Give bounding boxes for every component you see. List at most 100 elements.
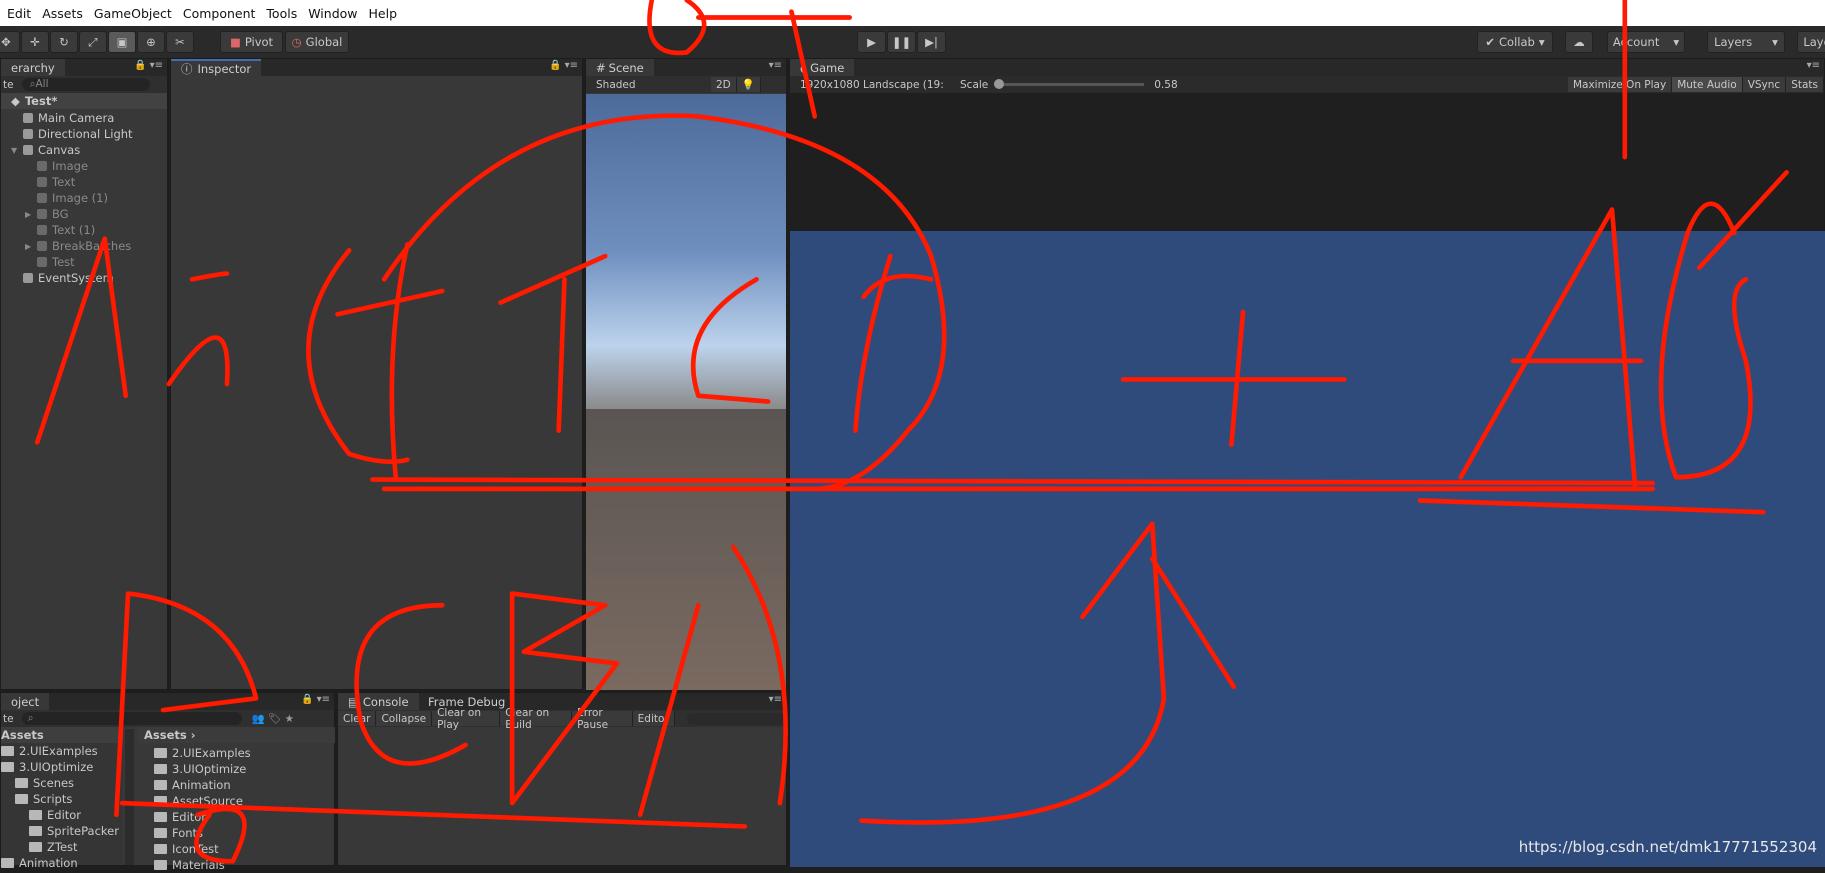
project-tree-item[interactable]: Scenes xyxy=(1,775,123,791)
project-tree-item[interactable]: 3.UIOptimize xyxy=(1,759,123,775)
menu-tools[interactable]: Tools xyxy=(266,6,297,21)
panel-menu-icon[interactable]: ▾≡ xyxy=(1807,60,1820,71)
resolution-dropdown[interactable]: 1920x1080 Landscape (19: xyxy=(800,79,960,91)
asset-item[interactable]: Fonts xyxy=(138,825,335,841)
scene-skybox[interactable] xyxy=(586,94,786,409)
hierarchy-item[interactable]: Image (1) xyxy=(1,190,167,206)
menu-assets[interactable]: Assets xyxy=(42,6,83,21)
tab-hierarchy[interactable]: erarchy xyxy=(1,59,65,76)
scale-tool-button[interactable]: ⤢ xyxy=(79,31,107,53)
menu-edit[interactable]: Edit xyxy=(7,6,31,21)
filter-icons[interactable]: 👥 🏷 ★ xyxy=(252,712,295,725)
pause-button[interactable]: ❚❚ xyxy=(887,31,916,53)
asset-item[interactable]: AssetSource xyxy=(138,793,335,809)
tab-project[interactable]: oject xyxy=(1,693,50,710)
scale-slider-thumb[interactable] xyxy=(994,79,1005,89)
hierarchy-item[interactable]: EventSystem xyxy=(1,270,167,286)
tab-game[interactable]: ◖ Game xyxy=(790,59,855,76)
folder-icon xyxy=(29,810,42,820)
assets-root[interactable]: Assets xyxy=(1,727,123,743)
pivot-button[interactable]: ■ Pivot xyxy=(220,31,283,53)
global-button[interactable]: ◷ Global xyxy=(285,31,349,53)
hierarchy-item[interactable]: Test xyxy=(1,254,167,270)
expand-arrow-icon[interactable]: ▶ xyxy=(25,242,37,251)
panel-menu-icon[interactable]: ▾≡ xyxy=(769,694,782,705)
scene-ground[interactable] xyxy=(586,409,786,690)
hand-tool-button[interactable]: ✥ xyxy=(0,31,20,53)
project-tree-item[interactable]: Scripts xyxy=(1,791,123,807)
project-tree-item[interactable]: SpritePacker xyxy=(1,823,123,839)
console-clear-button[interactable]: Clear xyxy=(338,711,377,726)
tab-console[interactable]: ▤ Console xyxy=(338,693,419,710)
move-tool-button[interactable]: ✛ xyxy=(21,31,49,53)
2d-toggle[interactable]: 2D xyxy=(711,77,737,92)
hierarchy-item[interactable]: ▶ BG xyxy=(1,206,167,222)
project-tree-item[interactable]: 2.UIExamples xyxy=(1,743,123,759)
lighting-toggle[interactable]: 💡 xyxy=(736,77,761,92)
layout-dropdown[interactable]: Layo xyxy=(1797,31,1825,53)
shading-dropdown[interactable]: Shaded xyxy=(596,79,711,91)
console-error-pause-button[interactable]: Error Pause xyxy=(572,707,633,731)
console-clear-on-play-button[interactable]: Clear on Play xyxy=(432,707,501,731)
scale-slider[interactable] xyxy=(994,79,1145,89)
menu-help[interactable]: Help xyxy=(369,6,398,21)
project-tree-item[interactable]: ZTest xyxy=(1,839,123,855)
panel-menu-icon[interactable]: 🔒 ▾≡ xyxy=(301,694,330,705)
console-collapse-button[interactable]: Collapse xyxy=(376,711,433,726)
collab-button[interactable]: ✔ Collab ▾ xyxy=(1477,31,1553,53)
hierarchy-item[interactable]: Image xyxy=(1,158,167,174)
gameobject-icon xyxy=(37,161,47,171)
tab-scene[interactable]: # Scene xyxy=(586,59,654,76)
asset-item[interactable]: Materials xyxy=(138,857,335,873)
vsync-toggle[interactable]: VSync xyxy=(1742,77,1787,92)
menu-gameobject[interactable]: GameObject xyxy=(94,6,172,21)
project-tree-item[interactable]: Editor xyxy=(1,807,123,823)
hierarchy-item[interactable]: ▼ Canvas xyxy=(1,142,167,158)
menu-window[interactable]: Window xyxy=(308,6,357,21)
mute-audio-toggle[interactable]: Mute Audio xyxy=(1672,77,1743,92)
expand-arrow-icon[interactable]: ▼ xyxy=(11,146,23,155)
console-editor-button[interactable]: Editor xyxy=(632,711,675,726)
play-button[interactable]: ▶ xyxy=(857,31,886,53)
pacman-icon: ◖ xyxy=(800,60,807,75)
console-search-input[interactable] xyxy=(686,712,786,725)
step-button[interactable]: ▶| xyxy=(917,31,946,53)
expand-arrow-icon[interactable]: ▶ xyxy=(25,210,37,219)
asset-item[interactable]: Animation xyxy=(138,777,335,793)
hierarchy-item[interactable]: Text (1) xyxy=(1,222,167,238)
stats-toggle[interactable]: Stats xyxy=(1786,77,1824,92)
rect-tool-button[interactable]: ▣ xyxy=(108,31,136,53)
hierarchy-item[interactable]: Text xyxy=(1,174,167,190)
folder-icon xyxy=(15,794,28,804)
search-input[interactable]: ⌕ xyxy=(21,712,242,725)
create-dropdown[interactable]: te xyxy=(3,79,14,91)
asset-item[interactable]: Editor xyxy=(138,809,335,825)
asset-item[interactable]: 3.UIOptimize xyxy=(138,761,335,777)
tree-scrollbar[interactable] xyxy=(125,729,134,865)
game-view[interactable] xyxy=(790,231,1825,867)
panel-menu-icon[interactable]: ▾≡ xyxy=(769,60,782,71)
search-input[interactable]: ⌕All xyxy=(21,78,150,91)
rotate-tool-button[interactable]: ↻ xyxy=(50,31,78,53)
cloud-button[interactable]: ☁ xyxy=(1565,31,1593,53)
panel-menu-icon[interactable]: 🔒 ▾≡ xyxy=(134,60,163,71)
transform-tool-button[interactable]: ⊕ xyxy=(137,31,165,53)
hierarchy-item[interactable]: ▶ BreakBatches xyxy=(1,238,167,254)
hierarchy-item[interactable]: Main Camera xyxy=(1,110,167,126)
breadcrumb[interactable]: Assets › xyxy=(138,727,335,743)
menu-component[interactable]: Component xyxy=(183,6,256,21)
console-clear-on-build-button[interactable]: Clear on Build xyxy=(500,707,573,731)
tab-inspector[interactable]: ⓘ Inspector xyxy=(171,59,262,76)
layers-dropdown[interactable]: Layers ▾ xyxy=(1707,31,1785,53)
hierarchy-item[interactable]: Directional Light xyxy=(1,126,167,142)
account-dropdown[interactable]: Account ▾ xyxy=(1607,31,1685,53)
create-dropdown[interactable]: te xyxy=(3,713,14,725)
asset-item[interactable]: IconTest xyxy=(138,841,335,857)
custom-tool-button[interactable]: ✂ xyxy=(166,31,194,53)
asset-item[interactable]: 2.UIExamples xyxy=(138,745,335,761)
gameobject-icon xyxy=(37,193,47,203)
maximize-on-play-toggle[interactable]: Maximize On Play xyxy=(1567,77,1673,92)
scene-header[interactable]: ◆ Test* xyxy=(1,93,167,109)
project-tree-item[interactable]: Animation xyxy=(1,855,123,871)
panel-menu-icon[interactable]: 🔒 ▾≡ xyxy=(549,60,578,71)
